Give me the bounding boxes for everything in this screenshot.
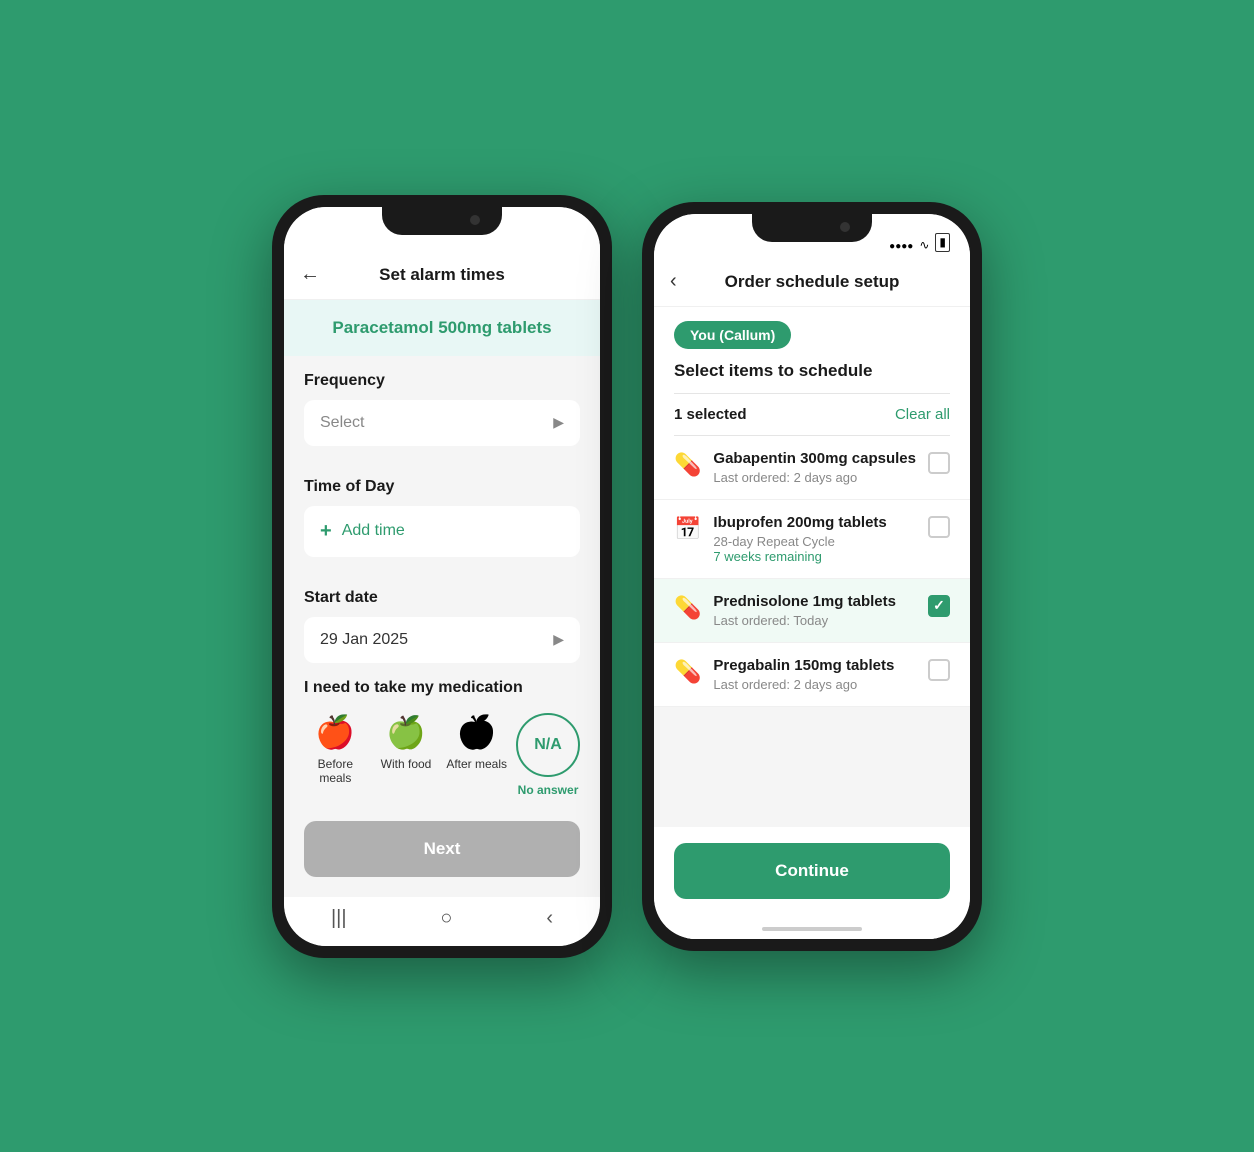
phone2-title: Order schedule setup: [725, 272, 900, 292]
phone2-screen: ●●●● ∿ ▮ ‹ Order schedule setup You (Cal…: [654, 214, 970, 939]
prednisolone-info: Prednisolone 1mg tablets Last ordered: T…: [713, 593, 916, 628]
frequency-select[interactable]: Select ▶: [304, 400, 580, 446]
gabapentin-name: Gabapentin 300mg capsules: [713, 450, 916, 467]
home-indicator-bar: [762, 927, 862, 931]
meal-option-before-meals[interactable]: 🍎 Before meals: [304, 713, 367, 797]
phone1-back-button[interactable]: ←: [300, 263, 320, 286]
start-date-picker[interactable]: 29 Jan 2025 ▶: [304, 617, 580, 663]
pregabalin-info: Pregabalin 150mg tablets Last ordered: 2…: [713, 657, 916, 692]
after-meals-label: After meals: [446, 757, 507, 771]
med-item-prednisolone[interactable]: 💊 Prednisolone 1mg tablets Last ordered:…: [654, 579, 970, 643]
phone2-camera: [840, 222, 850, 232]
ibuprofen-sub: 28-day Repeat Cycle: [713, 534, 916, 549]
gabapentin-info: Gabapentin 300mg capsules Last ordered: …: [713, 450, 916, 485]
continue-button[interactable]: Continue: [674, 843, 950, 899]
med-header: Paracetamol 500mg tablets: [284, 300, 600, 356]
phone1-camera: [470, 215, 480, 225]
add-time-button[interactable]: + Add time: [304, 506, 580, 557]
ibuprofen-sub-green: 7 weeks remaining: [713, 549, 916, 564]
time-of-day-label: Time of Day: [304, 478, 580, 496]
date-chevron-icon: ▶: [553, 631, 564, 648]
clear-all-button[interactable]: Clear all: [895, 406, 950, 423]
gabapentin-icon: 💊: [674, 452, 701, 478]
phones-container: ← Set alarm times Paracetamol 500mg tabl…: [272, 195, 982, 958]
start-date-label: Start date: [304, 589, 580, 607]
back-nav-icon: ‹: [546, 907, 553, 930]
med-item-ibuprofen[interactable]: 📅 Ibuprofen 200mg tablets 28-day Repeat …: [654, 500, 970, 579]
after-meals-icon: 🍎: [457, 713, 497, 751]
meal-option-after-meals[interactable]: 🍎 After meals: [445, 713, 508, 797]
with-food-label: With food: [381, 757, 432, 771]
signal-icon: ●●●●: [889, 241, 913, 252]
phone1-notch: [382, 207, 502, 235]
no-answer-label: No answer: [518, 783, 579, 797]
time-of-day-section: Time of Day + Add time: [284, 462, 600, 557]
meal-option-no-answer[interactable]: N/A No answer: [516, 713, 580, 797]
ibuprofen-checkbox[interactable]: [928, 516, 950, 538]
frequency-placeholder: Select: [320, 414, 364, 432]
empty-space: [654, 707, 970, 827]
phone1-screen: ← Set alarm times Paracetamol 500mg tabl…: [284, 207, 600, 946]
no-answer-circle: N/A: [516, 713, 580, 777]
meal-timing-label: I need to take my medication: [304, 679, 580, 697]
phone2-nav-bar: ‹ Order schedule setup: [654, 258, 970, 307]
gabapentin-checkbox[interactable]: [928, 452, 950, 474]
ibuprofen-icon: 📅: [674, 516, 701, 542]
start-date-section: Start date 29 Jan 2025 ▶: [284, 573, 600, 663]
phone1: ← Set alarm times Paracetamol 500mg tabl…: [272, 195, 612, 958]
frequency-section: Frequency Select ▶: [284, 356, 600, 446]
phone1-nav-bar: ← Set alarm times: [284, 251, 600, 300]
add-time-plus-icon: +: [320, 520, 332, 543]
wifi-icon: ∿: [919, 238, 929, 252]
phone2-notch: [752, 214, 872, 242]
user-badge: You (Callum): [654, 307, 970, 361]
frequency-chevron-icon: ▶: [553, 414, 564, 431]
next-button[interactable]: Next: [304, 821, 580, 877]
phone1-title: Set alarm times: [379, 265, 505, 285]
pregabalin-name: Pregabalin 150mg tablets: [713, 657, 916, 674]
meal-timing-section: I need to take my medication 🍎 Before me…: [284, 679, 600, 813]
prednisolone-checkbox[interactable]: [928, 595, 950, 617]
home-bars-icon: |||: [331, 907, 347, 930]
ibuprofen-info: Ibuprofen 200mg tablets 28-day Repeat Cy…: [713, 514, 916, 564]
prednisolone-name: Prednisolone 1mg tablets: [713, 593, 916, 610]
selection-header: 1 selected Clear all: [654, 394, 970, 435]
med-item-pregabalin[interactable]: 💊 Pregabalin 150mg tablets Last ordered:…: [654, 643, 970, 707]
user-badge-label: You (Callum): [674, 321, 791, 349]
home-circle-icon: ○: [440, 907, 452, 930]
section-title: Select items to schedule: [654, 361, 970, 393]
pregabalin-checkbox[interactable]: [928, 659, 950, 681]
prednisolone-sub: Last ordered: Today: [713, 613, 916, 628]
phone2-home-indicator: [654, 919, 970, 939]
start-date-value: 29 Jan 2025: [320, 631, 408, 649]
selected-count: 1 selected: [674, 406, 747, 423]
with-food-icon: 🍏: [386, 713, 426, 751]
ibuprofen-name: Ibuprofen 200mg tablets: [713, 514, 916, 531]
meal-options: 🍎 Before meals 🍏 With food 🍎 After meals: [304, 713, 580, 797]
add-time-text: Add time: [342, 522, 405, 540]
phone2: ●●●● ∿ ▮ ‹ Order schedule setup You (Cal…: [642, 202, 982, 951]
phone2-back-button[interactable]: ‹: [670, 270, 677, 293]
frequency-label: Frequency: [304, 372, 580, 390]
pregabalin-icon: 💊: [674, 659, 701, 685]
before-meals-icon: 🍎: [315, 713, 355, 751]
med-item-gabapentin[interactable]: 💊 Gabapentin 300mg capsules Last ordered…: [654, 436, 970, 500]
phone1-content: Paracetamol 500mg tablets Frequency Sele…: [284, 300, 600, 897]
phone1-bottom-bar: ||| ○ ‹: [284, 897, 600, 946]
med-name: Paracetamol 500mg tablets: [332, 318, 551, 337]
before-meals-label: Before meals: [304, 757, 367, 785]
pregabalin-sub: Last ordered: 2 days ago: [713, 677, 916, 692]
meal-option-with-food[interactable]: 🍏 With food: [375, 713, 438, 797]
prednisolone-icon: 💊: [674, 595, 701, 621]
gabapentin-sub: Last ordered: 2 days ago: [713, 470, 916, 485]
battery-icon: ▮: [935, 233, 950, 252]
phone2-content: You (Callum) Select items to schedule 1 …: [654, 307, 970, 939]
